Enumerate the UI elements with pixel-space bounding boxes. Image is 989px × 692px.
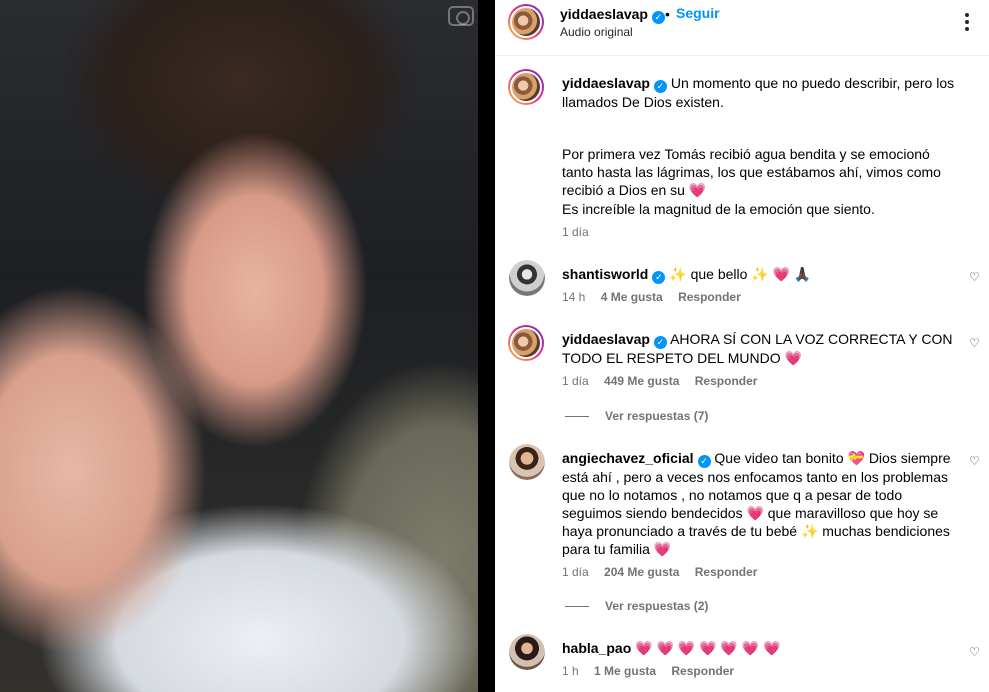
comment-username[interactable]: angiechavez_oficial <box>562 450 694 466</box>
verified-icon: ✓ <box>652 271 666 284</box>
comment-text: habla_pao 💗 💗 💗 💗 💗 💗 💗 <box>562 640 781 656</box>
caption-text: yiddaeslavap ✓ Un momento que no puedo de… <box>562 75 955 110</box>
comment-item: shantisworld ✓ ✨ que bello ✨ 💗 🙏🏿 14 h 4 … <box>495 258 989 318</box>
like-heart-icon[interactable]: ♡ <box>969 270 980 284</box>
verified-icon: ✓ <box>653 336 667 349</box>
comment-likes[interactable]: 204 Me gusta <box>604 565 679 579</box>
comment-time[interactable]: 14 h <box>562 290 585 304</box>
reply-button[interactable]: Responder <box>671 664 734 678</box>
reply-button[interactable]: Responder <box>695 565 758 579</box>
caption-paragraph-2: Por primera vez Tomás recibió agua bendi… <box>562 146 941 198</box>
caption: yiddaeslavap ✓ Un momento que no puedo de… <box>495 69 989 249</box>
comment-username[interactable]: yiddaeslavap <box>562 331 650 347</box>
comment-text: shantisworld ✓ ✨ que bello ✨ 💗 🙏🏿 <box>562 266 812 284</box>
reply-button[interactable]: Responder <box>678 290 741 304</box>
video-frame[interactable] <box>0 0 478 692</box>
commenter-avatar[interactable] <box>509 444 545 480</box>
comment-item: habla_pao 💗 💗 💗 💗 💗 💗 💗 1 h 1 Me gusta R… <box>495 632 989 692</box>
comment-likes[interactable]: 4 Me gusta <box>601 290 663 304</box>
post-side-panel: yiddaeslavap ✓ • Seguir Audio original yi… <box>495 0 989 692</box>
comment-item: yiddaeslavap ✓ AHORA SÍ CON LA VOZ CORREC… <box>495 323 989 423</box>
camera-icon <box>448 6 474 26</box>
comment-time[interactable]: 1 h <box>562 664 579 678</box>
follow-button[interactable]: Seguir <box>676 5 720 21</box>
more-options-icon[interactable] <box>965 13 969 31</box>
caption-paragraph-3: Es increíble la magnitud de la emoción q… <box>562 201 875 217</box>
commenter-avatar[interactable] <box>509 634 545 670</box>
commenter-avatar[interactable] <box>508 325 544 361</box>
comment-text: angiechavez_oficial ✓ Que video tan bonit… <box>562 450 951 557</box>
comment-meta: 14 h 4 Me gusta Responder <box>562 290 753 304</box>
comment-text: yiddaeslavap ✓ AHORA SÍ CON LA VOZ CORREC… <box>562 331 953 366</box>
comment-meta: 1 h 1 Me gusta Responder <box>562 664 746 678</box>
verified-icon: ✓ <box>653 80 667 93</box>
verified-icon: ✓ <box>697 455 711 468</box>
comment-username[interactable]: habla_pao <box>562 640 631 656</box>
caption-username[interactable]: yiddaeslavap <box>562 75 650 91</box>
like-heart-icon[interactable]: ♡ <box>969 454 980 468</box>
comment-time[interactable]: 1 día <box>562 565 589 579</box>
comment-username[interactable]: shantisworld <box>562 266 648 282</box>
view-replies-button[interactable]: Ver respuestas (2) <box>565 599 708 613</box>
comment-likes[interactable]: 1 Me gusta <box>594 664 656 678</box>
verified-icon: ✓ <box>651 11 665 24</box>
comment-item: angiechavez_oficial ✓ Que video tan bonit… <box>495 442 989 622</box>
comment-meta: 1 día 204 Me gusta Responder <box>562 565 769 579</box>
comment-meta: 1 día 449 Me gusta Responder <box>562 374 769 388</box>
comment-time[interactable]: 1 día <box>562 374 589 388</box>
post-header: yiddaeslavap ✓ • Seguir Audio original <box>495 0 989 56</box>
separator-dot: • <box>665 6 670 22</box>
author-avatar[interactable] <box>508 4 544 40</box>
like-heart-icon[interactable]: ♡ <box>969 336 980 350</box>
caption-time[interactable]: 1 día <box>562 225 601 239</box>
comment-likes[interactable]: 449 Me gusta <box>604 374 679 388</box>
commenter-avatar[interactable] <box>509 260 545 296</box>
video-player[interactable] <box>0 0 495 692</box>
view-replies-button[interactable]: Ver respuestas (7) <box>565 409 708 423</box>
caption-avatar[interactable] <box>508 69 544 105</box>
author-username[interactable]: yiddaeslavap ✓ <box>560 6 665 24</box>
audio-label[interactable]: Audio original <box>560 25 633 39</box>
like-heart-icon[interactable]: ♡ <box>969 645 980 659</box>
reply-button[interactable]: Responder <box>695 374 758 388</box>
